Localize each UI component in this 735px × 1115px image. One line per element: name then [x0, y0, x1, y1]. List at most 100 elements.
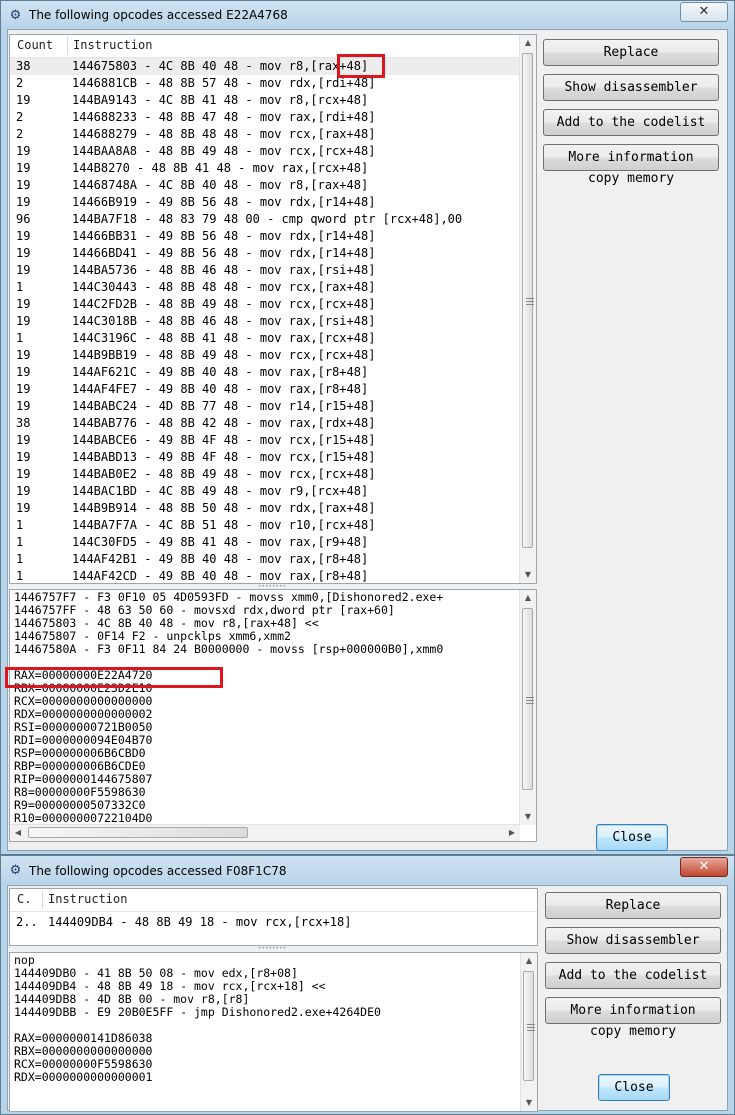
show-disassembler-button[interactable]: Show disassembler [545, 927, 721, 954]
row-instruction: 144BABC24 - 4D 8B 77 48 - mov r14,[r15+4… [72, 399, 376, 413]
column-header-count[interactable]: Count [17, 38, 53, 52]
column-separator[interactable] [42, 891, 43, 909]
details-textbox[interactable]: nop 144409DB0 - 41 8B 50 08 - mov edx,[r8… [9, 952, 538, 1112]
table-row[interactable]: 96 144BA7F18 - 48 83 79 48 00 - cmp qword… [10, 211, 520, 228]
row-instruction: 144BA9143 - 4C 8B 41 48 - mov r8,[rcx+48… [72, 93, 369, 107]
row-instruction: 144AF42CD - 49 8B 40 48 - mov rax,[r8+48… [72, 569, 369, 583]
table-row[interactable]: 1 144AF42B1 - 49 8B 40 48 - mov rax,[r8+4… [10, 551, 520, 568]
scrollbar-thumb[interactable] [522, 608, 534, 790]
scroll-down-arrow-icon[interactable]: ▼ [521, 1095, 537, 1111]
details-horizontal-scrollbar[interactable]: ◀ ▶ [10, 824, 520, 841]
table-row[interactable]: 19 144B9BB19 - 48 8B 49 48 - mov rcx,[rcx… [10, 347, 520, 364]
column-header-instruction[interactable]: Instruction [48, 892, 127, 906]
row-instruction: 144BAB0E2 - 48 8B 49 48 - mov rcx,[rcx+4… [72, 467, 376, 481]
table-row[interactable]: 19 144BABC24 - 4D 8B 77 48 - mov r14,[r15… [10, 398, 520, 415]
details-vertical-scrollbar[interactable]: ▲ ▼ [519, 590, 536, 825]
row-instruction: 144BA5736 - 48 8B 46 48 - mov rax,[rsi+4… [72, 263, 376, 277]
row-count: 1 [16, 331, 24, 345]
column-separator[interactable] [67, 37, 68, 55]
table-row[interactable]: 1 144C30FD5 - 49 8B 41 48 - mov rax,[r9+4… [10, 534, 520, 551]
table-row[interactable]: 2 1446881CB - 48 8B 57 48 - mov rdx,[rdi+… [10, 75, 520, 92]
table-row[interactable]: 19 144BAC1BD - 4C 8B 49 48 - mov r9,[rcx+… [10, 483, 520, 500]
copy-memory-label[interactable]: copy memory [590, 1024, 676, 1039]
column-header-instruction[interactable]: Instruction [73, 38, 152, 52]
close-button[interactable]: Close [598, 1074, 670, 1101]
show-disassembler-button[interactable]: Show disassembler [543, 74, 719, 101]
grip-line [526, 304, 534, 305]
row-instruction: 144675803 - 4C 8B 40 48 - mov r8,[rax+48… [72, 59, 369, 73]
scroll-up-arrow-icon[interactable]: ▲ [521, 953, 537, 969]
row-instruction: 144BAB776 - 48 8B 42 48 - mov rax,[rdx+4… [72, 416, 376, 430]
list-vertical-scrollbar[interactable]: ▲ ▼ [519, 35, 536, 583]
table-row[interactable]: 19 144BAA8A8 - 48 8B 49 48 - mov rcx,[rcx… [10, 143, 520, 160]
opcode-window-1: ⚙ The following opcodes accessed E22A476… [0, 0, 735, 855]
table-row[interactable]: 2.. 144409DB4 - 48 8B 49 18 - mov rcx,[rc… [10, 914, 522, 931]
titlebar[interactable]: ⚙ The following opcodes accessed E22A476… [1, 1, 734, 29]
close-icon[interactable]: ✕ [680, 2, 728, 22]
table-row[interactable]: 19 144AF621C - 49 8B 40 48 - mov rax,[r8+… [10, 364, 520, 381]
details-vertical-scrollbar[interactable]: ▲ ▼ [520, 953, 537, 1111]
table-row[interactable]: 19 144B9B914 - 48 8B 50 48 - mov rdx,[rax… [10, 500, 520, 517]
row-instruction: 144BA7F7A - 4C 8B 51 48 - mov r10,[rcx+4… [72, 518, 376, 532]
more-information-button[interactable]: More information [543, 144, 719, 171]
table-row[interactable]: 19 144BA5736 - 48 8B 46 48 - mov rax,[rsi… [10, 262, 520, 279]
table-row[interactable]: 1 144BA7F7A - 4C 8B 51 48 - mov r10,[rcx+… [10, 517, 520, 534]
table-row[interactable]: 1 144AF42CD - 49 8B 40 48 - mov rax,[r8+4… [10, 568, 520, 583]
table-row[interactable]: 1 144C30443 - 48 8B 48 48 - mov rcx,[rax+… [10, 279, 520, 296]
table-row[interactable]: 19 144B8270 - 48 8B 41 48 - mov rax,[rcx+… [10, 160, 520, 177]
highlight-box [5, 667, 223, 688]
scrollbar-thumb[interactable] [523, 971, 535, 1081]
opcode-list[interactable]: C. Instruction 2.. 144409DB4 - 48 8B 49 1… [9, 888, 538, 946]
opcode-window-2: ⚙ The following opcodes accessed F08F1C7… [0, 855, 735, 1115]
row-count: 1 [16, 535, 24, 549]
column-header-count[interactable]: C. [17, 892, 31, 906]
scrollbar-thumb[interactable] [28, 827, 248, 838]
scroll-down-arrow-icon[interactable]: ▼ [520, 809, 536, 825]
add-to-codelist-button[interactable]: Add to the codelist [545, 962, 721, 989]
table-row[interactable]: 1 144C3196C - 48 8B 41 48 - mov rax,[rcx+… [10, 330, 520, 347]
splitter-handle[interactable]: •••••••• [208, 946, 336, 952]
replace-button[interactable]: Replace [545, 892, 721, 919]
row-instruction: 14466BD41 - 49 8B 56 48 - mov rdx,[r14+4… [72, 246, 376, 260]
scroll-up-arrow-icon[interactable]: ▲ [520, 35, 536, 51]
table-row[interactable]: 19 14466BD41 - 49 8B 56 48 - mov rdx,[r14… [10, 245, 520, 262]
table-row[interactable]: 19 14468748A - 4C 8B 40 48 - mov r8,[rax+… [10, 177, 520, 194]
grip-line [526, 301, 534, 302]
table-row[interactable]: 19 144BABD13 - 49 8B 4F 48 - mov rcx,[r15… [10, 449, 520, 466]
row-instruction: 144C30443 - 48 8B 48 48 - mov rcx,[rax+4… [72, 280, 376, 294]
table-row[interactable]: 19 14466BB31 - 49 8B 56 48 - mov rdx,[r14… [10, 228, 520, 245]
table-row[interactable]: 19 144BA9143 - 4C 8B 41 48 - mov r8,[rcx+… [10, 92, 520, 109]
close-icon[interactable]: ✕ [680, 857, 728, 877]
add-to-codelist-button[interactable]: Add to the codelist [543, 109, 719, 136]
titlebar[interactable]: ⚙ The following opcodes accessed F08F1C7… [1, 856, 734, 884]
scroll-down-arrow-icon[interactable]: ▼ [520, 567, 536, 583]
table-row[interactable]: 19 144C2FD2B - 48 8B 49 48 - mov rcx,[rcx… [10, 296, 520, 313]
table-row[interactable]: 19 144BABCE6 - 49 8B 4F 48 - mov rcx,[r15… [10, 432, 520, 449]
table-row[interactable]: 19 144C3018B - 48 8B 46 48 - mov rax,[rsi… [10, 313, 520, 330]
opcode-list[interactable]: Count Instruction 38 144675803 - 4C 8B 40… [9, 34, 537, 584]
row-count: 19 [16, 314, 31, 328]
replace-button[interactable]: Replace [543, 39, 719, 66]
table-row[interactable]: 38 144BAB776 - 48 8B 42 48 - mov rax,[rdx… [10, 415, 520, 432]
details-textbox[interactable]: 1446757F7 - F3 0F10 05 4D0593FD - movss … [9, 589, 537, 842]
row-count: 19 [16, 297, 31, 311]
table-row[interactable]: 19 144AF4FE7 - 49 8B 40 48 - mov rax,[r8+… [10, 381, 520, 398]
table-row[interactable]: 19 144BAB0E2 - 48 8B 49 48 - mov rcx,[rcx… [10, 466, 520, 483]
row-count: 96 [16, 212, 31, 226]
row-instruction: 144688233 - 48 8B 47 48 - mov rax,[rdi+4… [72, 110, 376, 124]
window-title: The following opcodes accessed F08F1C78 [29, 864, 287, 878]
close-button[interactable]: Close [596, 824, 668, 851]
table-row[interactable]: 19 14466B919 - 49 8B 56 48 - mov rdx,[r14… [10, 194, 520, 211]
copy-memory-label[interactable]: copy memory [588, 171, 674, 186]
detail-line: 144409DBB - E9 20B0E5FF - jmp Dishonored… [14, 1005, 381, 1019]
table-row[interactable]: 2 144688233 - 48 8B 47 48 - mov rax,[rdi+… [10, 109, 520, 126]
scroll-up-arrow-icon[interactable]: ▲ [520, 590, 536, 606]
table-row[interactable]: 38 144675803 - 4C 8B 40 48 - mov r8,[rax+… [10, 58, 520, 75]
more-information-button[interactable]: More information [545, 997, 721, 1024]
row-count: 19 [16, 501, 31, 515]
scroll-right-arrow-icon[interactable]: ▶ [504, 825, 520, 841]
scroll-left-arrow-icon[interactable]: ◀ [10, 825, 26, 841]
scrollbar-thumb[interactable] [522, 53, 534, 548]
table-row[interactable]: 2 144688279 - 48 8B 48 48 - mov rcx,[rax+… [10, 126, 520, 143]
row-count: 1 [16, 518, 24, 532]
